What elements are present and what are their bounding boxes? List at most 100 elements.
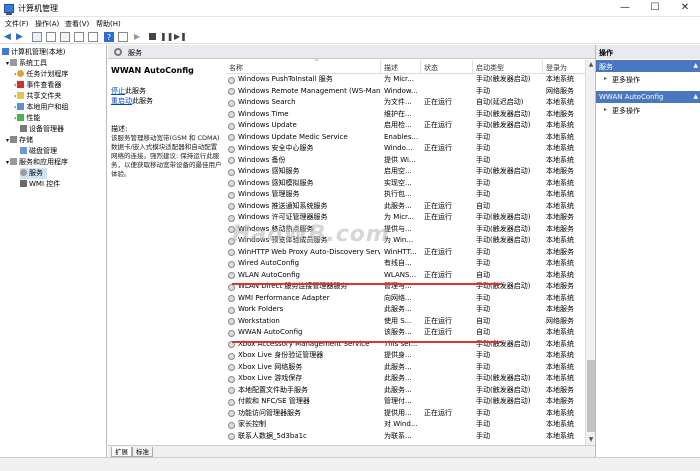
service-name: Windows Update Medic Service (238, 132, 348, 141)
table-row[interactable]: Wired AutoConfig 有线自... 手动 本地系统 (226, 258, 585, 270)
table-row[interactable]: Windows Time 维护在... 手动(触发器启动) 本地服务 (226, 109, 585, 121)
tree-item-services[interactable]: 服务 (20, 168, 47, 179)
table-row[interactable]: Windows 感知模拟服务 实现空... 手动 本地系统 (226, 178, 585, 190)
help-icon[interactable]: ? (104, 32, 114, 42)
table-row[interactable]: Windows Update 启用检... 正在运行 手动(触发器启动) 本地系统 (226, 120, 585, 132)
column-logon-as[interactable]: 登录为 (546, 63, 567, 73)
service-logon-as: 本地系统 (546, 374, 574, 382)
table-row[interactable]: Windows 推送通知系统服务 此服务... 正在运行 自动 本地系统 (226, 201, 585, 213)
description-text: 该服务管理移动宽带(GSM 和 CDMA)数据卡/嵌入式模块适配器和自动配置网络… (111, 134, 222, 178)
service-gear-icon (228, 157, 235, 164)
tree-item-disk-management[interactable]: 磁盘管理 (20, 146, 57, 157)
service-logon-as: 本地系统 (546, 144, 574, 152)
tree-item-system-tools[interactable]: ▾ 系统工具 (6, 58, 47, 69)
menu-file[interactable]: 文件(F) (5, 19, 29, 29)
service-name: 联系人数据_5d3ba1c (238, 431, 307, 440)
service-logon-as: 本地服务 (546, 109, 574, 118)
service-name: WMI Performance Adapter (238, 293, 330, 302)
service-logon-as: 本地系统 (546, 259, 574, 267)
tree-item-local-users[interactable]: › 本地用户和组 (14, 102, 68, 113)
table-row[interactable]: WLAN AutoConfig WLANS... 正在运行 自动 本地系统 (226, 270, 585, 282)
service-description: 此服务... (384, 201, 412, 210)
service-startup-type: 手动 (476, 247, 490, 256)
stop-service-icon[interactable] (148, 32, 158, 42)
tab-extended[interactable]: 扩展 (111, 447, 132, 457)
menu-help[interactable]: 帮助(H) (96, 19, 121, 29)
table-row[interactable]: WWAN AutoConfig 该服务... 正在运行 自动 本地系统 (226, 327, 585, 339)
more-actions-services[interactable]: 更多操作 (604, 75, 640, 85)
table-row[interactable]: 家长控制 对 Wind... 手动 本地系统 (226, 419, 585, 431)
table-row[interactable]: Windows 感知服务 启用空... 手动(触发器启动) 本地服务 (226, 166, 585, 178)
actions-section-services[interactable]: 服务 ▲ (596, 60, 700, 72)
service-startup-type: 手动 (476, 132, 490, 141)
gear-icon (114, 48, 122, 56)
scroll-up-icon[interactable]: ▲ (587, 61, 595, 69)
table-row[interactable]: Windows Remote Management (WS-Mana... Win… (226, 86, 585, 98)
tree-item-device-manager[interactable]: 设备管理器 (20, 124, 64, 135)
tree-item-performance[interactable]: › 性能 (14, 113, 40, 124)
table-row[interactable]: Work Folders 此服务... 手动 本地服务 (226, 304, 585, 316)
table-row[interactable]: 本地配置文件助手服务 此服务... 手动(触发器启动) 本地服务 (226, 385, 585, 397)
minimize-button[interactable]: — (610, 0, 640, 16)
table-row[interactable]: Xbox Live 身份验证管理器 提供身... 手动 本地系统 (226, 350, 585, 362)
service-gear-icon (228, 180, 235, 187)
table-row[interactable]: Windows Update Medic Service Enables... 手动… (226, 132, 585, 144)
table-row[interactable]: Windows 备份 提供 Wi... 手动 本地系统 (226, 155, 585, 167)
close-button[interactable]: ✕ (670, 0, 700, 16)
table-row[interactable]: 联系人数据_5d3ba1c 为联系... 手动 本地系统 (226, 431, 585, 443)
service-gear-icon (228, 375, 235, 383)
properties-icon[interactable] (60, 32, 70, 42)
console-icon[interactable] (118, 32, 128, 42)
restart-service-link[interactable]: 重启动 (111, 97, 132, 105)
tree-item-storage[interactable]: ▾ 存储 (6, 135, 33, 146)
column-startup-type[interactable]: 启动类型 (476, 63, 504, 73)
menu-view[interactable]: 查看(V) (65, 19, 89, 29)
tree-item-event-viewer[interactable]: › 事件查看器 (14, 80, 61, 91)
table-row[interactable]: Workstation 使用 S... 正在运行 自动 网络服务 (226, 316, 585, 328)
column-status[interactable]: 状态 (424, 63, 438, 73)
table-row[interactable]: Windows Search 为文件... 正在运行 自动(延迟启动) 本地系统 (226, 97, 585, 109)
refresh-icon[interactable] (74, 32, 84, 42)
tab-standard[interactable]: 标准 (132, 447, 153, 457)
table-row[interactable]: 付款和 NFC/SE 管理器 管理付... 手动(触发器启动) 本地服务 (226, 396, 585, 408)
vertical-scrollbar[interactable]: ▲ ▼ (585, 60, 595, 445)
maximize-button[interactable]: ☐ (640, 0, 670, 16)
pause-service-icon[interactable]: ❚❚ (160, 32, 173, 42)
service-gear-icon (228, 203, 235, 210)
folder-up-icon[interactable] (32, 32, 42, 42)
menu-action[interactable]: 操作(A) (35, 19, 59, 29)
table-row[interactable]: Xbox Live 游戏保存 此服务... 手动(触发器启动) 本地系统 (226, 373, 585, 385)
scroll-down-icon[interactable]: ▼ (587, 436, 595, 444)
actions-section-wwan[interactable]: WWAN AutoConfig ▲ (596, 91, 700, 103)
back-icon[interactable]: ◀ (4, 32, 14, 42)
tree-item-wmi-control[interactable]: WMI 控件 (20, 179, 60, 190)
table-row[interactable]: Windows PushToInstall 服务 为 Micr... 手动(触发器启… (226, 74, 585, 86)
column-name[interactable]: 名称 (229, 63, 243, 73)
tree-item-task-scheduler[interactable]: › 任务计划程序 (14, 69, 68, 80)
show-tree-icon[interactable] (46, 32, 56, 42)
table-row[interactable]: WMI Performance Adapter 向网络... 手动 本地系统 (226, 293, 585, 305)
start-service-icon[interactable]: ▶ (134, 32, 144, 42)
scrollbar-thumb[interactable] (587, 360, 595, 432)
service-gear-icon (228, 421, 235, 429)
column-description[interactable]: 描述 (384, 63, 398, 73)
service-startup-type: 手动(触发器启动) (476, 167, 531, 175)
service-startup-type: 手动(触发器启动) (476, 213, 531, 221)
tree-item-services-and-apps[interactable]: ▾ 服务和应用程序 (6, 157, 68, 168)
restart-service-icon[interactable]: ▶❚ (174, 32, 187, 42)
table-row[interactable]: Windows 安全中心服务 Windo... 正在运行 手动 本地系统 (226, 143, 585, 155)
table-row[interactable]: WinHTTP Web Proxy Auto-Discovery Service… (226, 247, 585, 259)
tree-item-shared-folders[interactable]: › 共享文件夹 (14, 91, 61, 102)
more-actions-wwan[interactable]: 更多操作 (604, 106, 640, 116)
export-list-icon[interactable] (88, 32, 98, 42)
forward-icon[interactable]: ▶ (16, 32, 26, 42)
table-row[interactable]: Windows 管理服务 执行包... 手动 本地系统 (226, 189, 585, 201)
collapse-up-icon[interactable]: ▲ (693, 62, 698, 69)
collapse-up-icon[interactable]: ▲ (693, 93, 698, 100)
table-row[interactable]: Xbox Live 网络服务 此服务... 手动 本地系统 (226, 362, 585, 374)
service-startup-type: 手动 (476, 155, 490, 164)
service-status: 正在运行 (424, 247, 452, 256)
tree-item-computer-management[interactable]: 计算机管理(本地) (2, 47, 65, 58)
table-row[interactable]: 功能访问管理器服务 提供用... 正在运行 手动 本地系统 (226, 408, 585, 420)
stop-service-link[interactable]: 停止 (111, 87, 125, 95)
